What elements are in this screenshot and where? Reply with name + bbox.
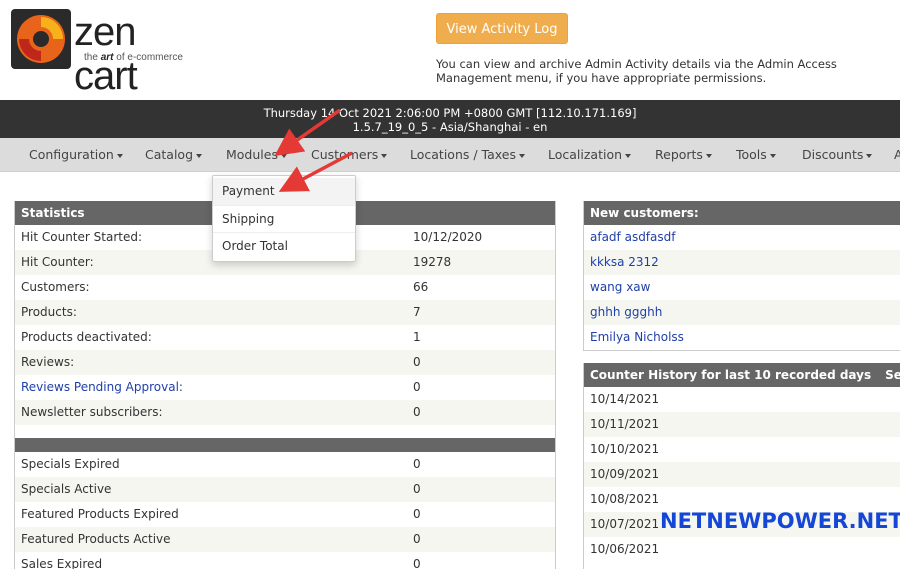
chevron-down-icon	[196, 153, 203, 158]
list-item: afadf asdfasdf	[584, 225, 900, 250]
logo-tagline: the art of e-commerce	[84, 52, 183, 63]
watermark: NETNEWPOWER.NET	[660, 509, 900, 533]
table-row: 10/06/2021	[590, 542, 660, 556]
reviews-pending-link[interactable]: Reviews Pending Approval:	[21, 380, 183, 394]
chevron-down-icon	[705, 153, 712, 158]
table-row: 10/14/2021	[590, 392, 660, 406]
customer-link[interactable]: wang xaw	[590, 280, 650, 294]
chevron-down-icon	[381, 153, 388, 158]
zen-cart-logo-icon	[11, 9, 71, 69]
table-row: 10/10/2021	[590, 442, 660, 456]
table-row: Reviews: 0	[15, 350, 555, 375]
customer-link[interactable]: afadf asdfasdf	[590, 230, 675, 244]
new-customers-title: New customers:	[584, 201, 900, 225]
customer-link[interactable]: ghhh ggghh	[590, 305, 662, 319]
datetime-ip: Thursday 14 Oct 2021 2:06:00 PM +0800 GM…	[263, 106, 637, 120]
nav-catalog[interactable]: Catalog	[145, 138, 203, 171]
nav-tools[interactable]: Tools	[736, 138, 776, 171]
customer-link[interactable]: Emilya Nicholss	[590, 330, 684, 344]
list-item: ghhh ggghh	[584, 300, 900, 325]
chevron-down-icon	[116, 153, 123, 158]
new-customers-panel: New customers: afadf asdfasdf kkksa 2312…	[583, 201, 900, 351]
list-item: Emilya Nicholss	[584, 325, 900, 350]
table-row: Customers: 66	[21, 280, 429, 294]
admin-nav-bar: Configuration Catalog Modules Customers …	[0, 138, 900, 172]
list-item: kkksa 2312	[584, 250, 900, 275]
nav-discounts[interactable]: Discounts	[802, 138, 873, 171]
chevron-down-icon	[769, 153, 776, 158]
table-row: Products deactivated: 1	[21, 330, 421, 344]
nav-reports[interactable]: Reports	[655, 138, 712, 171]
nav-localization[interactable]: Localization	[548, 138, 632, 171]
admin-info-bar: Thursday 14 Oct 2021 2:06:00 PM +0800 GM…	[0, 100, 900, 138]
chevron-down-icon	[866, 153, 873, 158]
modules-dropdown-menu: Payment Shipping Order Total	[212, 175, 356, 262]
table-row: Specials Expired 0	[21, 457, 421, 471]
table-row: Featured Products Active 0	[15, 527, 555, 552]
table-row: Newsletter subscribers: 0	[15, 400, 555, 425]
counter-history-header: Counter History for last 10 recorded day…	[584, 363, 900, 387]
table-row: Specials Active 0	[15, 477, 555, 502]
table-row: Sales Expired 0	[21, 557, 421, 569]
table-row: 10/11/2021	[584, 412, 900, 437]
list-item: wang xaw	[584, 275, 900, 300]
version-locale: 1.5.7_19_0_5 - Asia/Shanghai - en	[352, 120, 548, 134]
chevron-down-icon	[625, 153, 632, 158]
menu-item-shipping[interactable]: Shipping	[213, 205, 355, 232]
nav-customers[interactable]: Customers	[311, 138, 388, 171]
nav-configuration[interactable]: Configuration	[29, 138, 123, 171]
table-row: 10/09/2021	[584, 462, 900, 487]
menu-item-payment[interactable]: Payment	[213, 178, 355, 205]
table-row: Reviews Pending Approval: 0	[21, 380, 421, 394]
activity-note: You can view and archive Admin Activity …	[436, 57, 837, 85]
chevron-down-icon	[518, 153, 525, 158]
table-row: Featured Products Expired 0	[21, 507, 421, 521]
zen-cart-logo[interactable]: zen cart the art of e-commerce	[10, 8, 190, 98]
view-activity-log-button[interactable]: View Activity Log	[436, 13, 568, 44]
counter-history-panel: Counter History for last 10 recorded day…	[583, 363, 900, 569]
nav-locations-taxes[interactable]: Locations / Taxes	[410, 138, 525, 171]
chevron-down-icon	[280, 153, 287, 158]
section-divider	[15, 438, 555, 452]
customer-link[interactable]: kkksa 2312	[590, 255, 659, 269]
table-row: Products: 7	[15, 300, 555, 325]
nav-more[interactable]: A	[894, 138, 900, 171]
nav-modules[interactable]: Modules	[226, 138, 287, 171]
menu-item-order-total[interactable]: Order Total	[213, 232, 355, 259]
